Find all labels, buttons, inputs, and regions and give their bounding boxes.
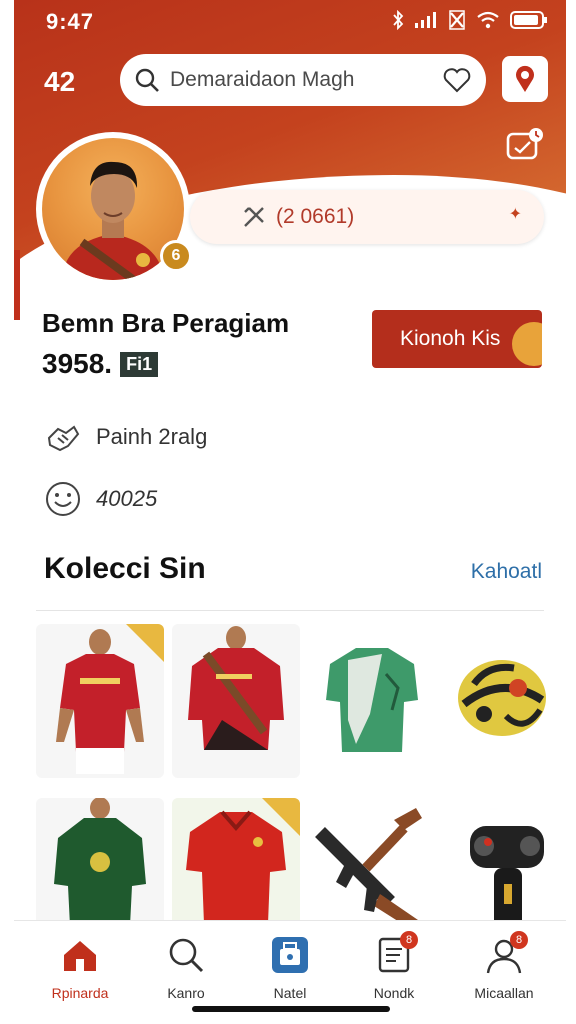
profile-number-value: 3958.: [42, 348, 113, 379]
notes-icon-wrap: 8: [374, 931, 418, 975]
handshake-icon: [47, 425, 80, 452]
battery-icon: [510, 11, 548, 34]
profile-number: 3958. Fi1: [42, 348, 159, 380]
chat-clock-icon: [506, 128, 543, 160]
app-screen: 9:47 42 Demaraidaon Magh 6 (2 0661) ✦ Be…: [14, 0, 566, 1024]
heart-icon[interactable]: [442, 65, 472, 95]
collection-see-all-link[interactable]: Kahoatl: [471, 560, 542, 584]
stat-pill[interactable]: (2 0661) ✦: [190, 190, 544, 244]
profile-number-tag: Fi1: [120, 351, 159, 377]
level-badge: 6: [160, 240, 192, 272]
status-bar: 9:47: [14, 0, 566, 42]
nav-home-label: Rpinarda: [51, 985, 109, 1001]
featured-corner-badge: [262, 798, 300, 836]
nav-search-label: Kanro: [167, 985, 205, 1001]
sparkle-icon: ✦: [508, 206, 522, 223]
follow-button-decoration: [512, 322, 542, 366]
nav-home[interactable]: Rpinarda: [30, 935, 130, 1001]
collection-item-yellow-helmet[interactable]: [444, 624, 558, 778]
home-indicator: [192, 1006, 390, 1012]
home-icon: [64, 941, 96, 971]
nav-search[interactable]: Kanro: [136, 935, 236, 1001]
status-time: 9:47: [46, 9, 95, 34]
signal-icon: [414, 11, 438, 34]
nav-bag[interactable]: Natel: [240, 935, 340, 1001]
info-row-club: Painh 2ralg: [44, 418, 207, 456]
follow-button[interactable]: Kionoh Kis: [372, 310, 542, 368]
nav-notes-label: Nondk: [373, 985, 415, 1001]
info-row-stat: 40025: [44, 480, 157, 518]
bluetooth-icon: [392, 9, 404, 35]
nav-notes-badge: 8: [400, 931, 418, 949]
message-button[interactable]: [504, 126, 548, 166]
collection-item-red-black-jersey[interactable]: [172, 624, 300, 778]
header-count: 42: [44, 66, 76, 97]
collection-item-green-white-shirt[interactable]: [308, 624, 436, 778]
collection-title: Kolecci Sin: [44, 552, 206, 585]
search-icon: [169, 938, 204, 973]
stat-value: (2 0661): [276, 205, 355, 228]
location-button[interactable]: [502, 56, 548, 102]
nav-profile[interactable]: 8 Micaallan: [454, 931, 554, 1001]
nav-profile-label: Micaallan: [474, 985, 534, 1001]
collection-item-red-jersey-player[interactable]: [36, 624, 164, 778]
search-bar[interactable]: Demaraidaon Magh: [120, 54, 486, 106]
location-pin-icon: [516, 65, 534, 92]
nav-profile-badge: 8: [510, 931, 528, 949]
search-input[interactable]: Demaraidaon Magh: [170, 68, 442, 92]
data-off-icon: [448, 10, 466, 35]
search-icon: [135, 68, 159, 92]
emoji-icon: [46, 482, 80, 516]
info-stat-text: 40025: [96, 486, 158, 511]
section-divider: [36, 610, 544, 611]
profile-name: Bemn Bra Peragiam: [42, 308, 290, 338]
header-accent-stripe: [14, 250, 20, 320]
tools-icon: [244, 207, 264, 227]
follow-button-label: Kionoh Kis: [400, 327, 501, 350]
info-club-text: Painh 2ralg: [96, 424, 208, 449]
featured-corner-badge: [126, 624, 164, 662]
wifi-icon: [476, 11, 500, 34]
nav-bag-label: Natel: [273, 985, 307, 1001]
profile-icon-wrap: 8: [484, 931, 528, 975]
bag-icon: [272, 937, 308, 973]
nav-notes[interactable]: 8 Nondk: [344, 931, 444, 1001]
status-icons: [392, 9, 548, 35]
